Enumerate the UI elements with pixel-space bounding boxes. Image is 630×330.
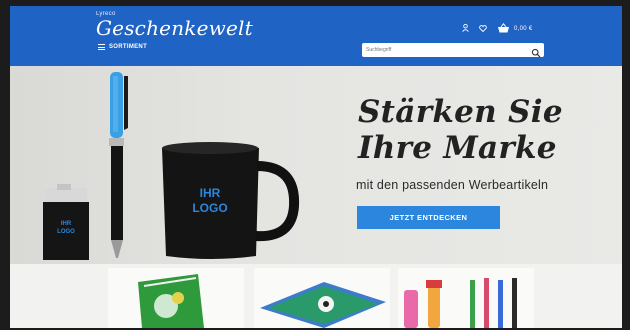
browser-screen: Lyreco Geschenkewelt SORTIMENT 0,00 € Su… (10, 6, 622, 328)
headline-line2: Ihre Marke (358, 130, 557, 166)
product-strip (10, 264, 622, 328)
product-tile-pens[interactable] (398, 268, 534, 328)
hero-banner[interactable]: IHR LOGO IHR LOGO Stärken Sie Ihre Marke… (10, 66, 622, 264)
pen-image (109, 72, 128, 258)
user-icon[interactable] (462, 23, 469, 34)
cta-button[interactable]: JETZT ENTDECKEN (357, 206, 500, 229)
site-header: Lyreco Geschenkewelt SORTIMENT 0,00 € (10, 6, 622, 66)
menu-label: SORTIMENT (109, 44, 148, 50)
mug-logo-line1: IHR (200, 186, 221, 200)
search-input[interactable] (362, 44, 526, 56)
hero-subline: mit den passenden Werbeartikeln (356, 178, 549, 192)
search-icon[interactable] (531, 45, 541, 58)
hero-headline: Stärken Sie Ihre Marke (358, 94, 563, 166)
lighter-logo-line1: IHR (61, 221, 72, 227)
product-tile-lunchbox[interactable] (254, 268, 390, 328)
mug-logo-line2: LOGO (192, 201, 227, 215)
pens-image (404, 278, 517, 328)
hero-product-image: IHR LOGO IHR LOGO (43, 72, 300, 260)
heart-icon[interactable] (479, 24, 487, 34)
sortiment-menu-button[interactable]: SORTIMENT (98, 44, 147, 50)
cart-icon[interactable] (497, 22, 510, 35)
brand-logo[interactable]: Geschenkewelt (96, 16, 253, 40)
menu-icon (98, 44, 105, 50)
header-icons: 0,00 € (462, 22, 532, 35)
mug-image (162, 142, 300, 259)
notebook-image (138, 274, 204, 328)
search-bar (362, 43, 544, 58)
lunchbox-image (260, 282, 386, 328)
product-tile-notebook[interactable] (108, 268, 244, 328)
headline-line1: Stärken Sie (358, 94, 563, 130)
cart-total[interactable]: 0,00 € (514, 26, 532, 32)
lighter-logo-line2: LOGO (57, 229, 75, 235)
